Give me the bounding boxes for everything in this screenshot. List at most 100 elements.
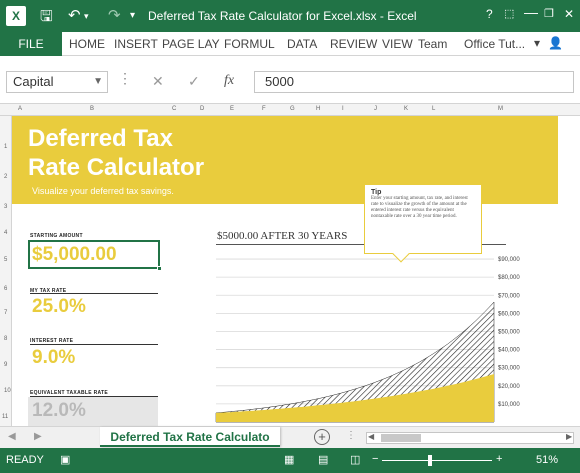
column-header[interactable]: D xyxy=(200,106,204,112)
macro-recording-icon[interactable]: ▣ xyxy=(60,453,70,466)
column-header[interactable]: K xyxy=(404,106,408,112)
scroll-last-sheet-icon[interactable]: ▶ xyxy=(34,431,42,442)
row-header[interactable]: 10 xyxy=(4,388,11,394)
zoom-in-icon[interactable]: + xyxy=(496,453,502,465)
page-break-preview-icon[interactable]: ◫ xyxy=(350,453,360,466)
column-header[interactable]: B xyxy=(90,106,94,112)
growth-area-chart[interactable]: $90,000 $80,000 $70,000 $60,000 $50,000 $40,0… xyxy=(212,244,532,426)
save-icon[interactable]: 🖫 xyxy=(40,6,53,31)
insert-function-icon[interactable]: fx xyxy=(224,73,234,89)
active-cell-selection[interactable] xyxy=(28,240,162,271)
y-axis-tick-label: $90,000 xyxy=(498,257,520,263)
worksheet[interactable]: Deferred Tax Rate Calculator Visualize y… xyxy=(12,116,580,426)
account-dropdown-icon[interactable]: ▾ xyxy=(534,36,540,50)
interest-rate-value[interactable]: 9.0% xyxy=(32,347,75,369)
y-axis-tick-label: $40,000 xyxy=(498,348,520,354)
row-header[interactable]: 3 xyxy=(4,204,7,210)
row-header[interactable]: 5 xyxy=(4,257,7,263)
tab-office-tutorials[interactable]: Office Tut... xyxy=(464,37,525,51)
row-header[interactable]: 11 xyxy=(2,414,8,420)
column-header[interactable]: L xyxy=(432,106,435,112)
cancel-entry-icon[interactable]: ✕ xyxy=(152,73,164,90)
row-headers: 1 2 3 4 5 6 7 8 9 10 11 xyxy=(0,116,12,426)
name-box-value: Capital xyxy=(13,74,54,89)
field-divider xyxy=(30,344,158,345)
starting-amount-label: STARTING AMOUNT xyxy=(30,233,83,239)
y-axis-tick-label: $10,000 xyxy=(498,402,520,408)
tax-rate-value[interactable]: 25.0% xyxy=(32,296,86,318)
help-button[interactable]: ? xyxy=(486,7,493,21)
formula-input[interactable]: 5000 xyxy=(254,71,574,93)
tip-heading: Tip xyxy=(371,189,382,196)
column-header[interactable]: F xyxy=(262,106,266,112)
zoom-level[interactable]: 51% xyxy=(536,454,558,466)
ribbon-display-options-icon[interactable]: ⬚ xyxy=(504,7,514,20)
sheet-tab-active[interactable]: Deferred Tax Rate Calculato xyxy=(100,427,280,447)
y-axis-tick-label: $20,000 xyxy=(498,384,520,390)
zoom-out-icon[interactable]: − xyxy=(372,453,378,465)
formula-bar-grip-icon: ⋮ xyxy=(118,70,132,86)
y-axis-tick-label: $60,000 xyxy=(498,311,520,317)
tab-review[interactable]: REVIEW xyxy=(330,37,377,51)
tab-view[interactable]: VIEW xyxy=(382,37,413,51)
tab-home[interactable]: HOME xyxy=(69,37,105,51)
row-header[interactable]: 1 xyxy=(4,144,7,150)
field-divider xyxy=(30,293,158,294)
sheet-title-line1: Deferred Tax xyxy=(28,125,173,152)
column-header[interactable]: J xyxy=(374,106,377,112)
column-header[interactable]: I xyxy=(342,106,344,112)
row-header[interactable]: 9 xyxy=(4,362,7,368)
zoom-slider[interactable] xyxy=(382,460,492,461)
enter-entry-icon[interactable]: ✓ xyxy=(188,73,200,90)
row-header[interactable]: 7 xyxy=(4,310,7,316)
equivalent-taxable-rate-value: 12.0% xyxy=(32,400,86,421)
file-tab[interactable]: FILE xyxy=(0,32,62,56)
chart-title[interactable]: $5000.00 AFTER 30 YEARS xyxy=(217,230,347,242)
scroll-first-sheet-icon[interactable]: ◀ xyxy=(8,431,16,442)
column-header[interactable]: M xyxy=(498,106,503,112)
undo-icon[interactable]: ↶ xyxy=(68,6,81,24)
redo-icon[interactable]: ↷ xyxy=(108,6,121,24)
status-bar: READY ▣ ▦ ▤ ◫ − + 51% xyxy=(0,448,580,473)
page-layout-view-icon[interactable]: ▤ xyxy=(318,453,328,466)
column-header[interactable]: A xyxy=(18,106,22,112)
tab-formulas[interactable]: FORMUL xyxy=(224,37,275,51)
tabs-splitter-icon[interactable]: ⋮ xyxy=(346,430,356,441)
y-axis-tick-label: $50,000 xyxy=(498,329,520,335)
row-header[interactable]: 8 xyxy=(4,336,7,342)
column-header[interactable]: E xyxy=(230,106,234,112)
minimize-button[interactable]: — xyxy=(524,4,538,20)
window-title: Deferred Tax Rate Calculator for Excel.x… xyxy=(148,9,417,23)
zoom-slider-thumb[interactable] xyxy=(428,455,432,466)
fill-handle[interactable] xyxy=(157,266,162,271)
column-header[interactable]: H xyxy=(316,106,320,112)
scroll-left-icon[interactable]: ◀ xyxy=(368,432,374,441)
column-header[interactable]: C xyxy=(172,106,176,112)
formula-bar: Capital ▼ ⋮ ✕ ✓ fx 5000 xyxy=(0,56,580,104)
user-avatar-icon[interactable]: 👤 xyxy=(548,36,563,50)
close-button[interactable]: ✕ xyxy=(564,7,574,21)
row-header[interactable]: 4 xyxy=(4,230,7,236)
add-sheet-button[interactable]: + xyxy=(314,429,330,445)
tab-insert[interactable]: INSERT xyxy=(114,37,158,51)
sheet-title-line2: Rate Calculator xyxy=(28,154,205,181)
row-header[interactable]: 6 xyxy=(4,286,7,292)
customize-quick-access-icon[interactable]: ▾ xyxy=(130,10,135,21)
sheet-subtitle: Visualize your deferred tax savings. xyxy=(32,186,174,196)
sheet-tabs-bar: ◀ ▶ Deferred Tax Rate Calculato + ⋮ ◀ ▶ xyxy=(0,426,580,448)
y-axis-tick-label: $30,000 xyxy=(498,366,520,372)
row-header[interactable]: 2 xyxy=(4,174,7,180)
scroll-right-icon[interactable]: ▶ xyxy=(566,432,572,441)
tab-data[interactable]: DATA xyxy=(287,37,317,51)
horizontal-scrollbar[interactable] xyxy=(366,432,574,444)
tab-page-layout[interactable]: PAGE LAY xyxy=(162,37,220,51)
column-header[interactable]: G xyxy=(290,106,295,112)
normal-view-icon[interactable]: ▦ xyxy=(284,453,294,466)
scrollbar-thumb[interactable] xyxy=(381,434,421,442)
tab-team[interactable]: Team xyxy=(418,37,447,51)
restore-button[interactable]: ❐ xyxy=(544,7,554,20)
undo-dropdown-icon[interactable]: ▾ xyxy=(84,11,89,22)
chevron-down-icon[interactable]: ▼ xyxy=(93,72,103,92)
name-box[interactable]: Capital ▼ xyxy=(6,71,108,93)
excel-app-icon: X xyxy=(6,6,26,26)
